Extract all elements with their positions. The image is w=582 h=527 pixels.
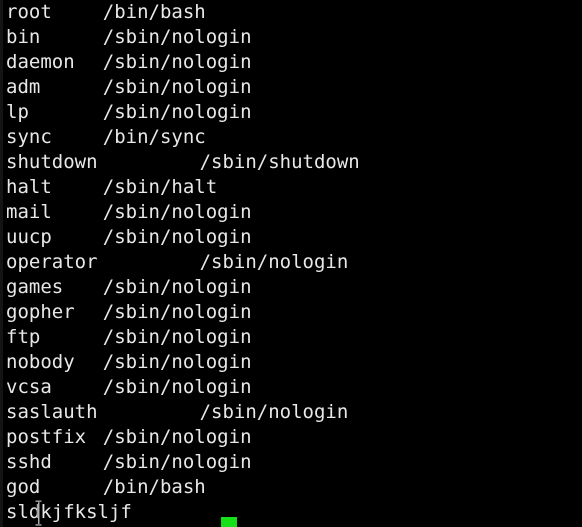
- user-name-cell: mail: [6, 201, 52, 223]
- shell-path-cell: /sbin/halt: [102, 176, 218, 198]
- shell-path-cell: /sbin/nologin: [102, 76, 252, 98]
- shell-path-cell: /sbin/nologin: [102, 26, 252, 48]
- terminal-row: mail/sbin/nologin: [6, 200, 582, 225]
- user-name-cell: sshd: [6, 451, 52, 473]
- user-name-cell: operator: [6, 251, 98, 273]
- user-name-cell: gopher: [6, 301, 75, 323]
- terminal-row: ftp/sbin/nologin: [6, 325, 582, 350]
- user-name-cell: saslauth: [6, 401, 98, 423]
- user-name-cell: sync: [6, 126, 52, 148]
- terminal-window[interactable]: root/bin/bash bin/sbin/nologin daemon/sbin…: [0, 0, 582, 527]
- terminal-row: postfix/sbin/nologin: [6, 425, 582, 450]
- user-name-cell: shutdown: [6, 151, 98, 173]
- user-name-cell: ftp: [6, 326, 41, 348]
- shell-path-cell: /sbin/nologin: [102, 276, 252, 298]
- shell-path-cell: /bin/sync: [102, 126, 206, 148]
- terminal-row: bin/sbin/nologin: [6, 25, 582, 50]
- terminal-row: god/bin/bash: [6, 475, 582, 500]
- user-name-cell: god: [6, 476, 41, 498]
- shell-path-cell: /sbin/nologin: [102, 301, 252, 323]
- user-name-cell: lp: [6, 101, 29, 123]
- shell-path-cell: /bin/bash: [102, 476, 206, 498]
- user-name-cell: root: [6, 1, 52, 23]
- terminal-row: daemon/sbin/nologin: [6, 50, 582, 75]
- user-name-cell: uucp: [6, 226, 52, 248]
- terminal-block-cursor: [221, 517, 237, 527]
- shell-path-cell: /sbin/nologin: [102, 376, 252, 398]
- terminal-row: uucp/sbin/nologin: [6, 225, 582, 250]
- terminal-row: sshd/sbin/nologin: [6, 450, 582, 475]
- shell-path-cell: /sbin/nologin: [102, 226, 252, 248]
- shell-path-cell: /sbin/nologin: [102, 351, 252, 373]
- shell-path-cell: /sbin/nologin: [199, 401, 349, 423]
- user-name-cell: games: [6, 276, 64, 298]
- terminal-row: vcsa/sbin/nologin: [6, 375, 582, 400]
- terminal-row: lp/sbin/nologin: [6, 100, 582, 125]
- terminal-row: adm/sbin/nologin: [6, 75, 582, 100]
- user-name-cell: nobody: [6, 351, 75, 373]
- terminal-row: operator/sbin/nologin: [6, 250, 582, 275]
- user-name-cell: postfix: [6, 426, 87, 448]
- window-left-edge: [0, 0, 3, 527]
- terminal-row: nobody/sbin/nologin: [6, 350, 582, 375]
- user-name-cell: bin: [6, 26, 41, 48]
- shell-path-cell: /sbin/nologin: [102, 51, 252, 73]
- shell-prompt-line: [root@localhost ~]$: [6, 516, 281, 527]
- terminal-row: shutdown/sbin/shutdown: [6, 150, 582, 175]
- terminal-row: games/sbin/nologin: [6, 275, 582, 300]
- terminal-row: halt/sbin/halt: [6, 175, 582, 200]
- user-name-cell: adm: [6, 76, 41, 98]
- terminal-row: root/bin/bash: [6, 0, 582, 25]
- terminal-row: gopher/sbin/nologin: [6, 300, 582, 325]
- shell-path-cell: /sbin/nologin: [102, 451, 252, 473]
- shell-path-cell: /sbin/shutdown: [199, 151, 360, 173]
- terminal-output-area[interactable]: root/bin/bash bin/sbin/nologin daemon/sbin…: [6, 0, 582, 527]
- terminal-row: saslauth/sbin/nologin: [6, 400, 582, 425]
- terminal-row: sync/bin/sync: [6, 125, 582, 150]
- shell-path-cell: /sbin/nologin: [102, 426, 252, 448]
- shell-path-cell: /sbin/nologin: [102, 326, 252, 348]
- user-name-cell: halt: [6, 176, 52, 198]
- shell-path-cell: /bin/bash: [102, 1, 206, 23]
- shell-path-cell: /sbin/nologin: [199, 251, 349, 273]
- user-name-cell: vcsa: [6, 376, 52, 398]
- shell-path-cell: /sbin/nologin: [102, 201, 252, 223]
- shell-path-cell: /sbin/nologin: [102, 101, 252, 123]
- user-name-cell: daemon: [6, 51, 75, 73]
